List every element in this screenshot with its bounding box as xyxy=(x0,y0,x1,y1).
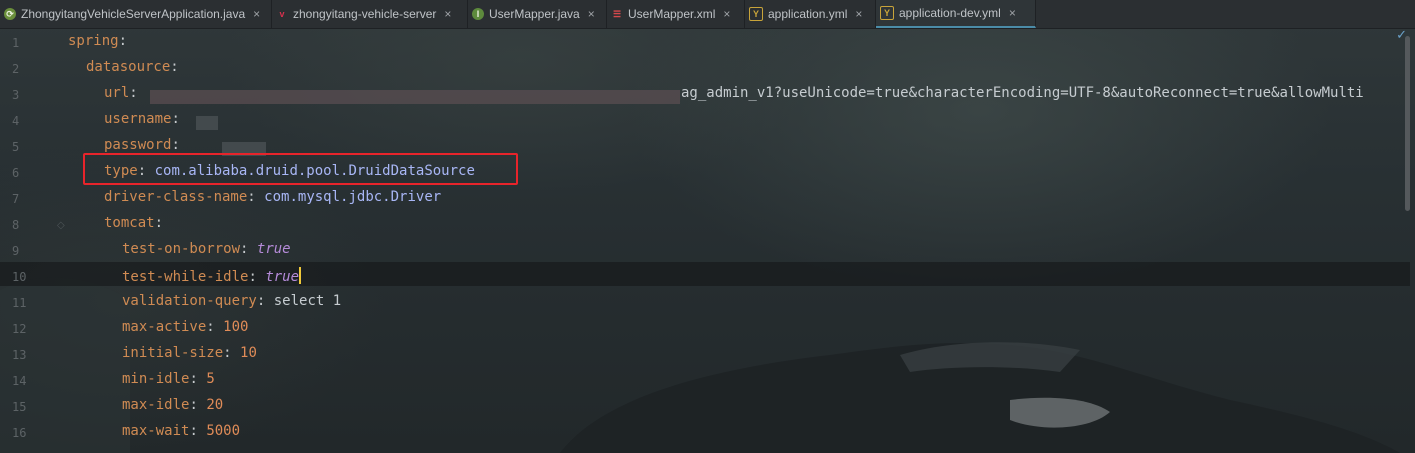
redacted-url-region xyxy=(150,90,680,104)
code-line: max-idle: 20 xyxy=(122,397,224,413)
close-icon[interactable]: × xyxy=(588,7,595,21)
tab-label: UserMapper.java xyxy=(489,7,580,21)
code-line: min-idle: 5 xyxy=(122,371,215,387)
code-line: tomcat: xyxy=(104,215,164,231)
yaml-file-icon: Y xyxy=(880,6,894,20)
close-icon[interactable]: × xyxy=(723,7,730,21)
close-icon[interactable]: × xyxy=(444,7,451,21)
code-line: password: xyxy=(104,137,180,153)
tab-label: ZhongyitangVehicleServerApplication.java xyxy=(21,7,246,21)
code-line: driver-class-name: com.mysql.jdbc.Driver xyxy=(104,189,442,205)
yaml-file-icon: Y xyxy=(749,7,763,21)
tab-label: zhongyitang-vehicle-server xyxy=(293,7,437,21)
fold-marker-icon[interactable]: ◇ xyxy=(57,220,65,231)
vertical-scrollbar[interactable] xyxy=(1405,36,1410,211)
tab-vehicle-server-module[interactable]: v zhongyitang-vehicle-server × xyxy=(272,0,468,28)
code-line: initial-size: 10 xyxy=(122,345,257,361)
close-icon[interactable]: × xyxy=(855,7,862,21)
interface-icon: I xyxy=(472,8,484,20)
code-line: test-on-borrow: true xyxy=(122,241,291,257)
code-line: validation-query: select 1 xyxy=(122,293,342,309)
text-caret xyxy=(299,267,302,284)
close-icon[interactable]: × xyxy=(1009,6,1016,20)
code-line: datasource: xyxy=(86,59,179,75)
tab-application-yml[interactable]: Y application.yml × xyxy=(745,0,876,28)
tab-label: UserMapper.xml xyxy=(628,7,716,21)
editor-tab-bar: ⟳ ZhongyitangVehicleServerApplication.ja… xyxy=(0,0,1415,29)
tab-usermapper-xml[interactable]: ☰ UserMapper.xml × xyxy=(607,0,745,28)
tab-label: application-dev.yml xyxy=(899,6,1001,20)
code-line: max-wait: 5000 xyxy=(122,423,241,439)
tab-zhongyitang-application[interactable]: ⟳ ZhongyitangVehicleServerApplication.ja… xyxy=(0,0,272,28)
code-line: url: xyxy=(104,85,138,101)
close-icon[interactable]: × xyxy=(253,7,260,21)
redacted-username xyxy=(196,116,218,130)
code-line: ag_admin_v1?useUnicode=true&characterEnc… xyxy=(681,85,1364,101)
maven-module-icon: v xyxy=(279,9,285,19)
code-line: max-active: 100 xyxy=(122,319,249,335)
spring-app-icon: ⟳ xyxy=(4,8,16,20)
tab-usermapper-java[interactable]: I UserMapper.java × xyxy=(468,0,607,28)
highlight-annotation-box xyxy=(83,153,518,185)
code-line: username: xyxy=(104,111,180,127)
tab-application-dev-yml[interactable]: Y application-dev.yml × xyxy=(876,0,1036,28)
code-line: test-while-idle: true xyxy=(122,267,302,285)
tab-label: application.yml xyxy=(768,7,848,21)
code-line: spring: xyxy=(68,33,128,49)
xml-file-icon: ☰ xyxy=(612,8,622,19)
